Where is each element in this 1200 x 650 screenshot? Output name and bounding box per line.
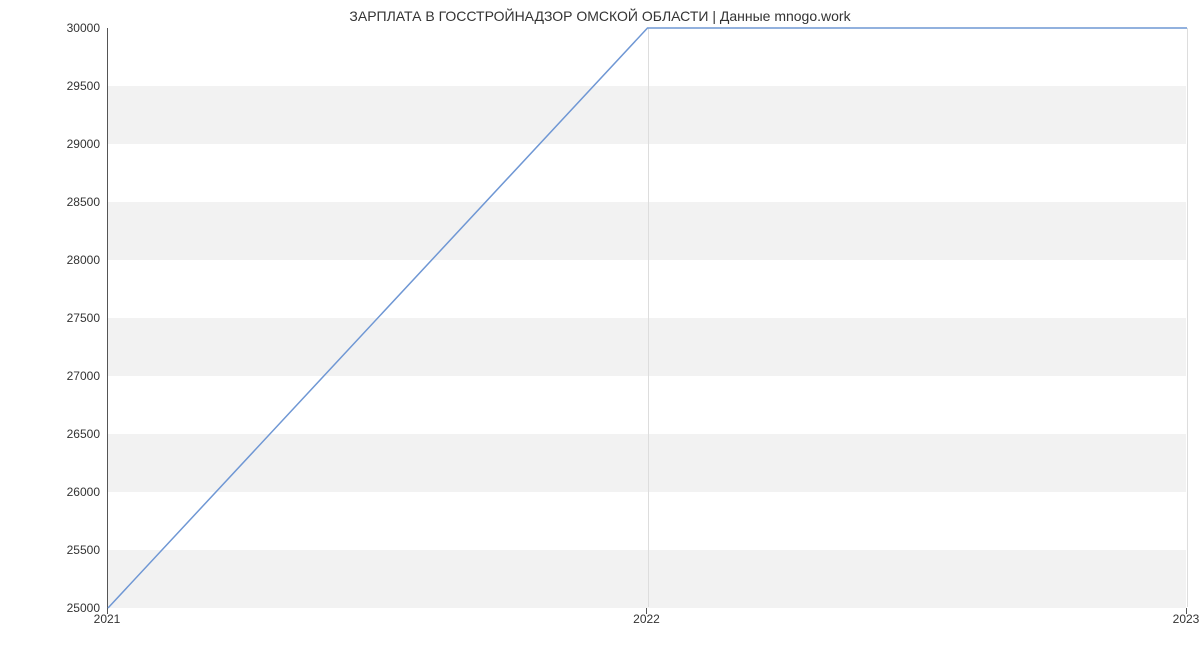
plot-area <box>107 28 1186 608</box>
line-layer <box>108 28 1186 607</box>
x-grid-line <box>1187 28 1188 607</box>
chart-title: ЗАРПЛАТА В ГОССТРОЙНАДЗОР ОМСКОЙ ОБЛАСТИ… <box>0 8 1200 24</box>
x-tick-label: 2023 <box>1173 612 1200 626</box>
y-tick-label: 28500 <box>20 195 100 209</box>
x-tick-mark <box>646 608 647 614</box>
y-tick-label: 30000 <box>20 21 100 35</box>
x-tick-mark <box>1186 608 1187 614</box>
x-tick-label: 2022 <box>633 612 660 626</box>
y-tick-label: 29500 <box>20 79 100 93</box>
y-tick-label: 25000 <box>20 601 100 615</box>
y-tick-label: 26000 <box>20 485 100 499</box>
y-tick-label: 28000 <box>20 253 100 267</box>
y-tick-label: 29000 <box>20 137 100 151</box>
y-tick-label: 27500 <box>20 311 100 325</box>
x-tick-label: 2021 <box>94 612 121 626</box>
y-tick-label: 27000 <box>20 369 100 383</box>
y-tick-label: 25500 <box>20 543 100 557</box>
y-tick-label: 26500 <box>20 427 100 441</box>
x-tick-mark <box>107 608 108 614</box>
data-line <box>108 28 1187 608</box>
